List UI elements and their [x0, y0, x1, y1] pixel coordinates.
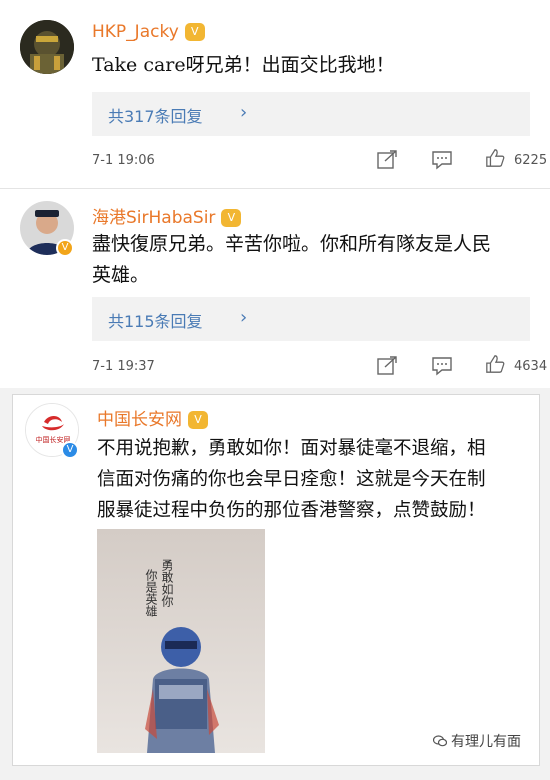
- comment-text: 盡快復原兄弟。辛苦你啦。你和所有隊友是人民 英雄。: [92, 229, 532, 291]
- quoted-post: 中国长安网 V 中国长安网 V 不用说抱歉，勇敢如你！面对暴徒毫不退缩，相 信面对…: [12, 394, 540, 766]
- share-icon[interactable]: [376, 150, 398, 170]
- like-count: 4634: [514, 359, 548, 374]
- watermark: 有理儿有面: [433, 731, 521, 751]
- image-caption: 勇敢如你: [160, 559, 174, 607]
- post-text: 不用说抱歉，勇敢如你！面对暴徒毫不退缩，相 信面对伤痛的你也会早日痊愈！这就是今…: [97, 433, 533, 526]
- vip-icon: V: [188, 411, 208, 429]
- like-count: 6225: [514, 153, 548, 168]
- username[interactable]: HKP_Jacky V: [92, 22, 205, 42]
- image-caption: 你是英雄: [144, 569, 158, 617]
- timestamp: 7-1 19:37: [92, 359, 155, 374]
- comment-line: 英雄。: [92, 264, 150, 286]
- wechat-icon: [433, 735, 447, 747]
- share-icon[interactable]: [376, 356, 398, 376]
- reply-link[interactable]: 共317条回复 ›: [92, 92, 530, 136]
- verified-badge-icon: V: [61, 441, 79, 459]
- username-text: HKP_Jacky: [92, 22, 179, 42]
- reply-count: 共317条回复: [108, 107, 203, 126]
- vip-icon: V: [221, 209, 242, 227]
- reply-link[interactable]: 共115条回复 ›: [92, 297, 530, 341]
- vip-icon: V: [184, 23, 205, 41]
- comment-icon[interactable]: [431, 150, 453, 170]
- post-line: 服暴徒过程中负伤的那位香港警察，点赞鼓励！: [97, 500, 486, 521]
- chevron-right-icon: ›: [240, 307, 248, 328]
- avatar-image: [20, 20, 74, 74]
- timestamp: 7-1 19:06: [92, 153, 155, 168]
- comment-card: HKP_Jacky V Take care呀兄弟！出面交比我地！ 共317条回复 …: [0, 0, 550, 188]
- username-text: 中国长安网: [97, 410, 182, 430]
- post-card: 中国长安网 V 中国长安网 V 不用说抱歉，勇敢如你！面对暴徒毫不退缩，相 信面对…: [0, 388, 550, 780]
- comment-icon[interactable]: [431, 356, 453, 376]
- thumbs-up-icon[interactable]: [484, 148, 506, 168]
- post-line: 信面对伤痛的你也会早日痊愈！这就是今天在制: [97, 469, 486, 490]
- police-officer-illustration: 勇敢如你 你是英雄: [97, 529, 265, 753]
- comment-card: V 海港SirHabaSir V 盡快復原兄弟。辛苦你啦。你和所有隊友是人民 英雄…: [0, 188, 550, 388]
- avatar[interactable]: [20, 20, 74, 74]
- thumbs-up-icon[interactable]: [484, 354, 506, 374]
- post-image[interactable]: 勇敢如你 你是英雄: [97, 529, 265, 753]
- comment-line: 盡快復原兄弟。辛苦你啦。你和所有隊友是人民: [92, 233, 492, 255]
- watermark-text: 有理儿有面: [451, 734, 521, 750]
- username[interactable]: 中国长安网 V: [97, 405, 208, 430]
- username[interactable]: 海港SirHabaSir V: [92, 203, 242, 228]
- chevron-right-icon: ›: [240, 102, 248, 123]
- reply-count: 共115条回复: [108, 312, 203, 331]
- comment-text: Take care呀兄弟！出面交比我地！: [92, 54, 395, 76]
- username-text: 海港SirHabaSir: [92, 208, 216, 228]
- post-line: 不用说抱歉，勇敢如你！面对暴徒毫不退缩，相: [97, 438, 486, 459]
- verified-badge-icon: V: [56, 239, 74, 257]
